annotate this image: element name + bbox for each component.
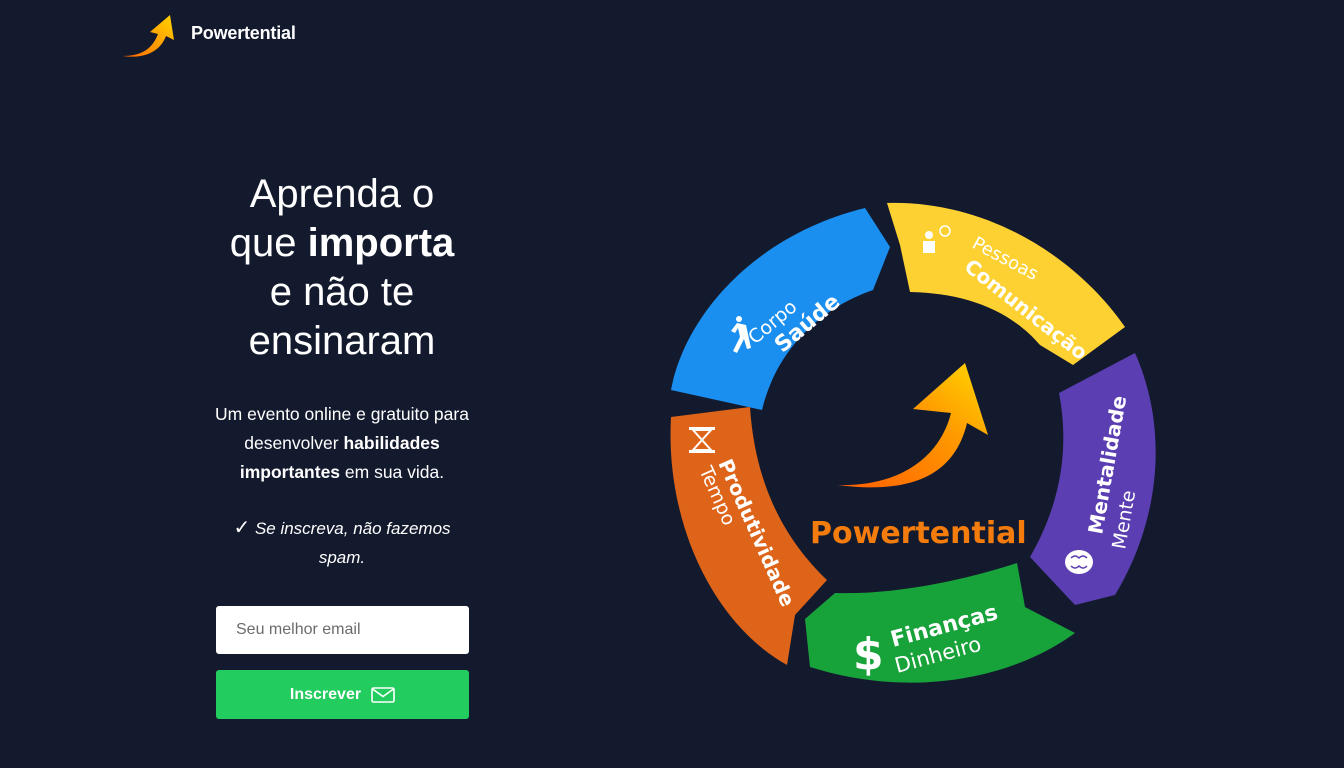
description-text-b: em sua vida.: [340, 462, 445, 482]
envelope-icon: [371, 686, 395, 703]
headline-line-2a: que: [229, 221, 308, 265]
arrow-logo-icon: [123, 15, 174, 57]
headline-emphasis: importa: [307, 221, 455, 265]
wheel-center-label: Powertential: [810, 516, 1027, 551]
dollar-icon: $: [853, 629, 884, 680]
hero-description: Um evento online e gratuito para desenvo…: [192, 400, 492, 487]
no-spam-text: Se inscreva, não fazemos spam.: [254, 519, 451, 567]
headline-line-1: Aprenda o: [249, 172, 435, 216]
segment-financas: Finanças Dinheiro $: [805, 563, 1075, 683]
hero-section: Aprenda o que importa e não te ensinaram…: [192, 170, 492, 572]
check-icon: ✓: [233, 517, 251, 539]
subscribe-button-label: Inscrever: [289, 685, 362, 703]
email-input[interactable]: [216, 606, 469, 654]
brand-logo[interactable]: [120, 12, 180, 60]
subscribe-button[interactable]: Inscrever: [216, 670, 469, 719]
segment-comunicacao: Pessoas Comunicação: [887, 202, 1125, 365]
center-arrow-icon: [837, 363, 988, 488]
no-spam-note: ✓ Se inscreva, não fazemos spam.: [192, 514, 492, 572]
brain-icon: [1065, 550, 1093, 574]
hero-headline: Aprenda o que importa e não te ensinaram: [192, 170, 492, 366]
segment-mentalidade: Mentalidade Mente: [1030, 353, 1156, 605]
headline-line-3: e não te: [269, 270, 415, 314]
brand-name[interactable]: Powertential: [191, 23, 296, 44]
skills-wheel: Corpo Saúde Pessoas Comunicação Mentalid…: [670, 202, 1156, 683]
segment-produtividade: Produtividade Tempo: [670, 407, 827, 665]
headline-line-4: ensinaram: [248, 319, 436, 363]
segment-saude: Corpo Saúde: [671, 208, 890, 410]
